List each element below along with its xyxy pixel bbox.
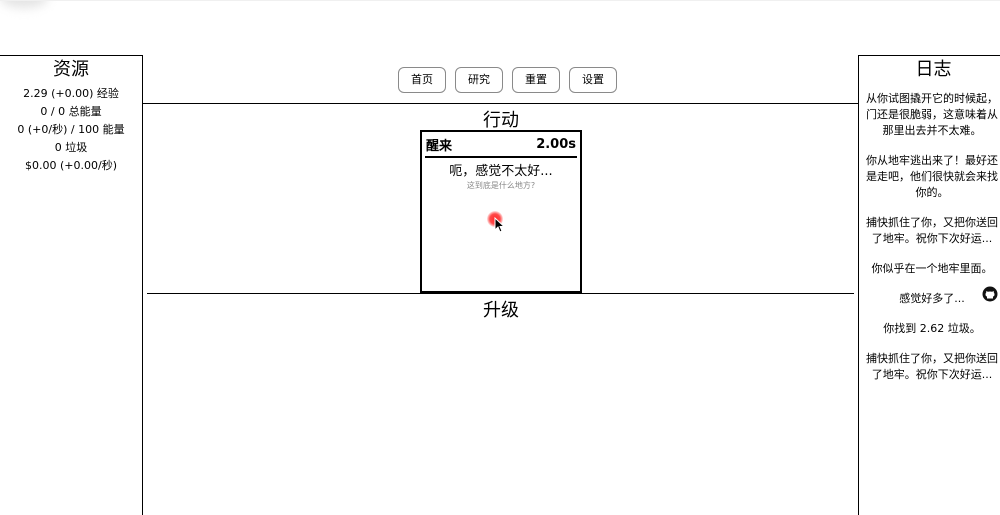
reset-button[interactable]: 重置 [512,67,560,93]
log-entry: 你似乎在一个地牢里面。 [871,262,993,275]
action-time: 2.00s [536,137,576,152]
log-title: 日志 [915,59,952,80]
log-entry: 从你试图撬开它的时候起，门还是很脆弱，这意味着从那里出去并不太难。 [866,92,998,137]
log-entry: 你找到 2.62 垃圾。 [883,322,981,335]
log-entry: 捕快抓住了你，又把你送回了地牢。祝你下次好运... [866,216,998,245]
log-list: 从你试图撬开它的时候起，门还是很脆弱，这意味着从那里出去并不太难。 你从地牢逃出… [859,91,1000,383]
resource-energy: 0 (+0/秒) / 100 能量 [17,123,125,136]
top-nav: 首页 研究 重置 设置 [398,67,617,93]
upgrades-divider [147,293,854,294]
resource-list: 2.29 (+0.00) 经验 0 / 0 总能量 0 (+0/秒) / 100… [0,85,142,175]
resources-panel: 资源 2.29 (+0.00) 经验 0 / 0 总能量 0 (+0/秒) / … [0,55,143,515]
action-name: 醒来 [426,139,453,154]
action-flavor-text: 这到底是什么地方? [466,181,536,190]
github-icon[interactable] [982,286,998,302]
settings-button[interactable]: 设置 [569,67,617,93]
action-card-wake-up[interactable]: 醒来 2.00s 呃，感觉不太好... 这到底是什么地方? [420,130,582,293]
top-left-decoration [0,0,48,8]
log-entry: 你从地牢逃出来了！最好还是走吧，他们很快就会来找你的。 [866,154,998,199]
action-description: 呃，感觉不太好... [449,164,553,179]
resources-title: 资源 [53,59,89,80]
log-entry: 感觉好多了... [899,292,965,305]
home-button[interactable]: 首页 [398,67,446,93]
resource-experience: 2.29 (+0.00) 经验 [23,87,119,100]
actions-divider [143,103,858,104]
actions-title: 行动 [483,110,519,131]
action-card-rule [425,156,577,158]
upgrades-title: 升级 [483,300,519,321]
log-panel: 日志 从你试图撬开它的时候起，门还是很脆弱，这意味着从那里出去并不太难。 你从地… [858,55,1000,515]
resource-total-energy: 0 / 0 总能量 [40,105,102,118]
log-entry: 捕快抓住了你，又把你送回了地牢。祝你下次好运... [866,352,998,381]
resource-junk: 0 垃圾 [54,141,88,154]
action-card-header: 醒来 2.00s [422,132,580,154]
resource-money: $0.00 (+0.00/秒) [25,159,117,172]
mouse-pointer-icon [494,217,505,233]
top-border [0,0,1000,1]
research-button[interactable]: 研究 [455,67,503,93]
